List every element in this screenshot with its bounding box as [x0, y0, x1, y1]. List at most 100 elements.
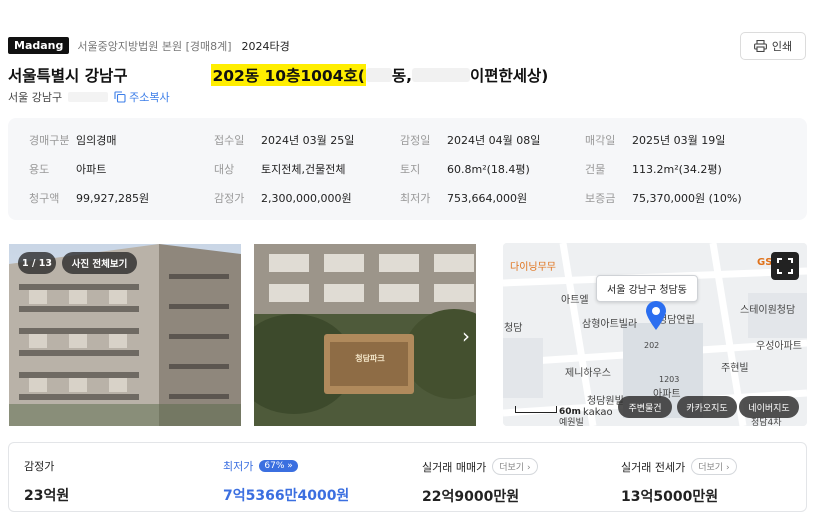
- printer-icon: [753, 40, 767, 52]
- info-value: 99,927,285원: [76, 192, 150, 205]
- minimum-label-row: 최저가 67% »: [223, 458, 349, 474]
- next-photo-arrow-icon[interactable]: ›: [462, 324, 470, 348]
- appraisal-value: 23억원: [24, 488, 70, 504]
- info-value: 113.2m²(34.2평): [632, 163, 722, 176]
- info-value: 토지전체,건물전체: [261, 163, 346, 176]
- info-row: 용도 아파트 대상 토지전체,건물전체 토지 60.8m²(18.4평) 건물 113.…: [8, 159, 807, 179]
- appraisal-label: 감정가: [24, 460, 55, 473]
- jeonse-label: 실거래 전세가: [621, 460, 686, 474]
- photo-counter: 1 / 13: [18, 252, 56, 274]
- sale-more-button[interactable]: 더보기 ›: [492, 458, 538, 475]
- info-value: 753,664,000원: [447, 192, 528, 205]
- jeonse-more-button[interactable]: 더보기 ›: [691, 458, 737, 475]
- page-title: 서울특별시 강남구 202동 10층1004호( 동, 이편한세상): [8, 64, 548, 86]
- info-value: 2,300,000,000원: [261, 192, 352, 205]
- map-scale: [515, 406, 557, 413]
- appraisal-price: 감정가 23억원: [24, 458, 69, 505]
- redacted-block: [365, 68, 392, 82]
- sub-address-text: 서울 강남구: [8, 91, 63, 104]
- title-complex: 이편한세상): [469, 67, 549, 85]
- map-label: 우성아파트: [756, 341, 802, 352]
- map-label: 1203: [659, 375, 680, 384]
- more-text: 더보기: [698, 463, 724, 473]
- complex-entrance-image: [254, 244, 476, 426]
- chevron-right-icon: ›: [526, 463, 531, 473]
- minimum-price: 최저가 67% » 7억5366만4000원: [223, 458, 349, 505]
- expand-icon: [777, 258, 793, 274]
- info-value: 2025년 03월 19일: [632, 134, 726, 147]
- info-key: 보증금: [585, 192, 616, 205]
- minimum-percent-badge[interactable]: 67% »: [259, 460, 298, 472]
- info-value: 60.8m²(18.4평): [447, 163, 530, 176]
- property-photo-1[interactable]: 1 / 13 사진 전체보기: [9, 244, 241, 426]
- sale-label-row: 실거래 매매가 더보기 ›: [422, 458, 538, 475]
- minimum-value: 7억5366만4000원: [223, 488, 350, 504]
- print-button[interactable]: 인쇄: [740, 32, 806, 60]
- info-value: 2024년 03월 25일: [261, 134, 355, 147]
- location-map[interactable]: 다이닝무무 아트엘 삼형아트빌라 청담연립 스테이원청담 우성아파트 주현빌 제…: [503, 243, 807, 426]
- sale-value: 22억9000만원: [422, 489, 520, 505]
- percent-text: 67%: [264, 461, 285, 471]
- map-label: 제니하우스: [565, 368, 611, 379]
- price-summary: 감정가 23억원 최저가 67% » 7억5366만4000원 실거래 매매가 …: [8, 442, 807, 512]
- info-row: 청구액 99,927,285원 감정가 2,300,000,000원 최저가 753,…: [8, 188, 807, 208]
- map-label: 다이닝무무: [510, 262, 556, 273]
- info-key: 감정일: [400, 134, 431, 147]
- court-name: 서울중앙지방법원 본원 [경매8계]: [77, 39, 232, 53]
- map-label: 202: [644, 341, 660, 350]
- jeonse-label-row: 실거래 전세가 더보기 ›: [621, 458, 737, 475]
- chevron-down-icon: »: [287, 461, 293, 471]
- copy-address-label: 주소복사: [129, 91, 170, 104]
- map-label: 청담: [504, 323, 523, 334]
- info-key: 경매구분: [29, 134, 70, 147]
- redacted-block: [411, 68, 470, 82]
- info-key: 최저가: [400, 192, 431, 205]
- info-key: 청구액: [29, 192, 60, 205]
- case-header: Madang 서울중앙지방법원 본원 [경매8계] 2024타경: [8, 37, 290, 54]
- map-location-tooltip: 서울 강남구 청담동: [596, 275, 698, 302]
- info-value: 임의경매: [76, 134, 117, 147]
- map-label: 아트엘: [561, 295, 589, 306]
- case-number: 2024타경: [241, 39, 290, 53]
- info-value: 75,370,000원 (10%): [632, 192, 742, 205]
- info-key: 감정가: [214, 192, 245, 205]
- nearby-items-button[interactable]: 주변물건: [618, 396, 672, 418]
- kakao-map-button[interactable]: 카카오지도: [677, 396, 737, 418]
- sale-price: 실거래 매매가 더보기 › 22억9000만원: [422, 458, 538, 506]
- info-key: 토지: [400, 163, 421, 176]
- minimum-label: 최저가: [223, 460, 254, 473]
- complex-sign-text: 청담파크: [355, 354, 385, 363]
- info-value: 2024년 04월 08일: [447, 134, 541, 147]
- info-key: 대상: [214, 163, 235, 176]
- info-key: 건물: [585, 163, 606, 176]
- redacted-block: [127, 68, 188, 82]
- map-scale-label: 60m: [559, 407, 581, 417]
- copy-address-button[interactable]: 주소복사: [114, 89, 170, 105]
- fullscreen-button[interactable]: [771, 252, 799, 280]
- title-unit-highlight: 202동 10층1004호(: [211, 64, 366, 86]
- sale-label: 실거래 매매가: [422, 460, 487, 474]
- map-label: 삼형아트빌라: [582, 319, 638, 330]
- jeonse-price: 실거래 전세가 더보기 › 13억5000만원: [621, 458, 737, 506]
- jeonse-value: 13억5000만원: [621, 489, 719, 505]
- redacted-block: [68, 92, 109, 102]
- print-label: 인쇄: [771, 40, 793, 53]
- copy-icon: [114, 91, 126, 103]
- naver-map-button[interactable]: 네이버지도: [739, 396, 799, 418]
- location-pin-icon: [646, 301, 666, 330]
- title-region: 서울특별시 강남구: [8, 67, 128, 85]
- kakao-logo: kakao: [583, 407, 613, 418]
- title-dong: 동,: [391, 67, 412, 85]
- info-key: 용도: [29, 163, 50, 176]
- info-row: 경매구분 임의경매 접수일 2024년 03월 25일 감정일 2024년 04월 0…: [8, 130, 807, 150]
- brand-badge: Madang: [8, 37, 70, 54]
- sub-address: 서울 강남구 주소복사: [8, 89, 170, 105]
- info-key: 매각일: [585, 134, 616, 147]
- map-label: 주현빌: [721, 363, 749, 374]
- case-info-panel: 경매구분 임의경매 접수일 2024년 03월 25일 감정일 2024년 04월 0…: [8, 118, 807, 220]
- info-value: 아파트: [76, 163, 107, 176]
- view-all-photos-button[interactable]: 사진 전체보기: [62, 252, 137, 274]
- property-photo-2[interactable]: 청담파크 ›: [254, 244, 476, 426]
- info-key: 접수일: [214, 134, 245, 147]
- chevron-right-icon: ›: [725, 463, 730, 473]
